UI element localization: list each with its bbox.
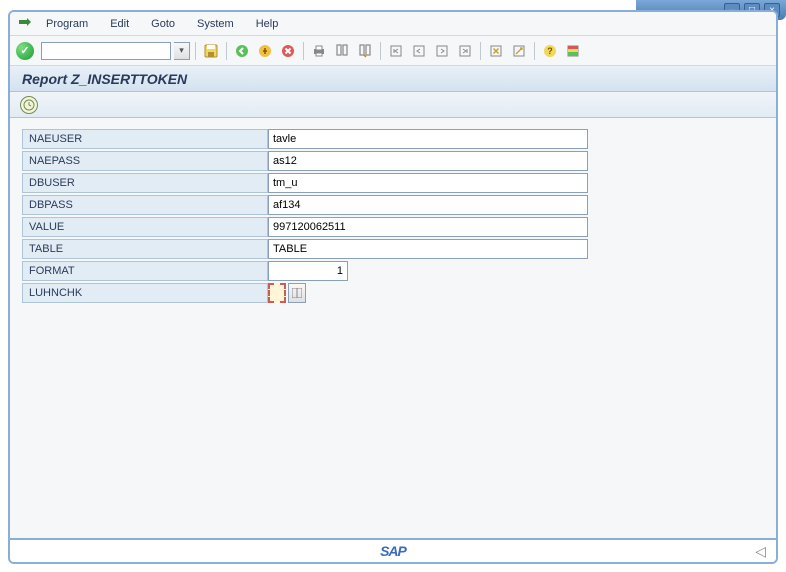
report-title-bar: Report Z_INSERTTOKEN (10, 66, 776, 92)
field-dbpass: DBPASS (22, 194, 764, 216)
separator (380, 42, 381, 60)
separator (303, 42, 304, 60)
execute-button[interactable] (20, 96, 38, 114)
label-value: VALUE (22, 217, 268, 237)
exit-button[interactable] (255, 41, 275, 61)
label-table: TABLE (22, 239, 268, 259)
command-field[interactable] (41, 42, 171, 60)
statusbar-back-icon[interactable]: ◁ (755, 543, 766, 560)
label-luhnchk: LUHNCHK (22, 283, 268, 303)
menu-edit[interactable]: Edit (100, 15, 139, 33)
menu-system[interactable]: System (187, 15, 244, 33)
print-button[interactable] (309, 41, 329, 61)
menu-program[interactable]: Program (36, 15, 98, 33)
menubar: Program Edit Goto System Help (10, 12, 776, 36)
input-value[interactable] (268, 217, 588, 237)
menu-help[interactable]: Help (246, 15, 289, 33)
field-dbuser: DBUSER (22, 172, 764, 194)
field-table: TABLE (22, 238, 764, 260)
selection-screen: NAEUSER NAEPASS DBUSER DBPASS VALUE TABL… (10, 118, 776, 538)
menu-system-label: System (197, 18, 234, 30)
first-page-button[interactable] (386, 41, 406, 61)
menu-help-label: Help (256, 18, 279, 30)
input-naeuser[interactable] (268, 129, 588, 149)
input-format[interactable] (268, 261, 348, 281)
separator (534, 42, 535, 60)
check-icon: ✓ (16, 42, 34, 60)
report-title-text: Report Z_INSERTTOKEN (22, 71, 187, 87)
find-button[interactable] (332, 41, 352, 61)
command-dropdown[interactable]: ▾ (174, 42, 190, 60)
input-luhnchk[interactable] (268, 283, 286, 303)
separator (195, 42, 196, 60)
input-dbpass[interactable] (268, 195, 588, 215)
svg-text:?: ? (547, 46, 553, 56)
menu-edit-label: Edit (110, 18, 129, 30)
field-format: FORMAT (22, 260, 764, 282)
field-naepass: NAEPASS (22, 150, 764, 172)
field-naeuser: NAEUSER (22, 128, 764, 150)
input-table[interactable] (268, 239, 588, 259)
separator (480, 42, 481, 60)
enter-button[interactable]: ✓ (16, 42, 34, 60)
label-naeuser: NAEUSER (22, 129, 268, 149)
input-dbuser[interactable] (268, 173, 588, 193)
app-frame: Program Edit Goto System Help ✓ ▾ ? R (8, 10, 778, 564)
back-button[interactable] (232, 41, 252, 61)
menu-program-label: Program (46, 18, 88, 30)
menu-goto-label: Goto (151, 18, 175, 30)
prev-page-button[interactable] (409, 41, 429, 61)
cancel-button[interactable] (278, 41, 298, 61)
help-button[interactable]: ? (540, 41, 560, 61)
input-naepass[interactable] (268, 151, 588, 171)
value-help-button[interactable] (288, 283, 306, 303)
statusbar: SAP ◁ (10, 538, 776, 562)
label-naepass: NAEPASS (22, 151, 268, 171)
luhn-wrapper (268, 283, 306, 303)
separator (226, 42, 227, 60)
chevron-down-icon: ▾ (179, 45, 184, 56)
label-dbpass: DBPASS (22, 195, 268, 215)
new-session-button[interactable] (486, 41, 506, 61)
menu-indicator-icon[interactable] (16, 15, 34, 33)
layout-button[interactable] (563, 41, 583, 61)
label-dbuser: DBUSER (22, 173, 268, 193)
label-format: FORMAT (22, 261, 268, 281)
next-page-button[interactable] (432, 41, 452, 61)
field-luhnchk: LUHNCHK (22, 282, 764, 304)
sap-logo: SAP (380, 543, 406, 559)
save-button[interactable] (201, 41, 221, 61)
app-toolbar (10, 92, 776, 118)
generate-shortcut-button[interactable] (509, 41, 529, 61)
field-value: VALUE (22, 216, 764, 238)
menu-goto[interactable]: Goto (141, 15, 185, 33)
last-page-button[interactable] (455, 41, 475, 61)
toolbar: ✓ ▾ ? (10, 36, 776, 66)
find-next-button[interactable] (355, 41, 375, 61)
